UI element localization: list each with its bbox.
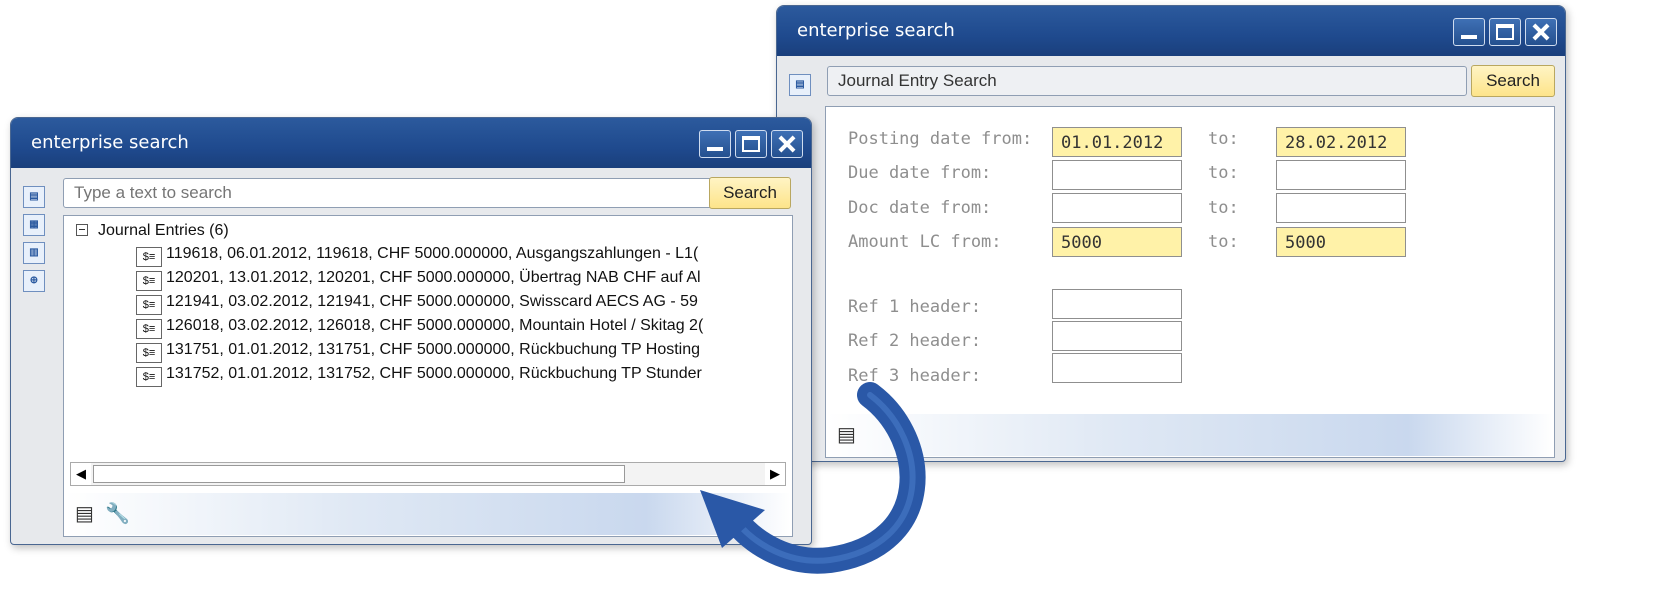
scroll-right-icon[interactable]: ▶ xyxy=(765,463,785,485)
minimize-button[interactable] xyxy=(1453,18,1485,46)
doc-date-to-field[interactable] xyxy=(1276,193,1406,223)
left-title-bar[interactable]: enterprise search xyxy=(11,118,811,168)
amount-to-field[interactable]: 5000 xyxy=(1276,227,1406,257)
journal-entry-icon: $≡ xyxy=(136,247,162,267)
window-title: enterprise search xyxy=(797,20,955,41)
due-date-to-label: to: xyxy=(1208,163,1239,183)
doc-date-to-label: to: xyxy=(1208,198,1239,218)
settings-form-icon[interactable]: ▤ xyxy=(837,422,856,447)
status-strip: ▤ 🔧 xyxy=(65,493,791,535)
business-partner-icon[interactable]: ▦ xyxy=(23,214,45,236)
search-button[interactable]: Search xyxy=(709,177,791,209)
ref1-field[interactable] xyxy=(1052,289,1182,319)
search-form-panel: Posting date from: 01.01.2012 to: 28.02.… xyxy=(825,106,1555,458)
minimize-button[interactable] xyxy=(699,130,731,158)
scrollbar-thumb[interactable] xyxy=(93,465,625,483)
posting-date-from-field[interactable]: 01.01.2012 xyxy=(1052,127,1182,157)
search-input[interactable] xyxy=(828,67,1466,95)
list-item[interactable]: $≡ 131751, 01.01.2012, 131751, CHF 5000.0… xyxy=(136,341,700,363)
list-item[interactable]: $≡ 131752, 01.01.2012, 131752, CHF 5000.0… xyxy=(136,365,702,387)
right-title-bar[interactable]: enterprise search xyxy=(777,6,1565,56)
due-date-from-field[interactable] xyxy=(1052,160,1182,190)
maximize-icon xyxy=(736,131,766,157)
close-button[interactable] xyxy=(1525,18,1557,46)
list-item[interactable]: $≡ 121941, 03.02.2012, 121941, CHF 5000.0… xyxy=(136,293,698,315)
journal-entry-icon: $≡ xyxy=(136,319,162,339)
collapse-icon[interactable] xyxy=(76,224,88,236)
window-title: enterprise search xyxy=(31,132,189,153)
settings-form-icon[interactable]: ▤ xyxy=(75,501,94,526)
horizontal-scrollbar[interactable]: ◀ ▶ xyxy=(70,462,786,486)
left-search-window: enterprise search ▤ ▦ ▥ ⊕ Search Journal… xyxy=(10,117,812,545)
close-button[interactable] xyxy=(771,130,803,158)
due-date-to-field[interactable] xyxy=(1276,160,1406,190)
amount-from-field[interactable]: 5000 xyxy=(1052,227,1182,257)
list-item[interactable]: $≡ 126018, 03.02.2012, 126018, CHF 5000.0… xyxy=(136,317,703,339)
search-input[interactable] xyxy=(64,179,714,207)
journal-entry-icon: $≡ xyxy=(136,367,162,387)
wrench-icon[interactable]: 🔧 xyxy=(105,501,130,526)
left-side-toolbar: ▤ ▦ ▥ ⊕ xyxy=(23,186,45,298)
right-side-toolbar: ▤ xyxy=(789,74,811,102)
list-item[interactable]: $≡ 119618, 06.01.2012, 119618, CHF 5000.0… xyxy=(136,245,698,267)
right-search-window: enterprise search ▤ Search Posting date … xyxy=(776,5,1566,462)
journal-entry-icon: $≡ xyxy=(136,271,162,291)
search-type-icon[interactable]: ▤ xyxy=(789,74,811,96)
ref2-label: Ref 2 header: xyxy=(848,331,982,351)
status-strip: ▤ xyxy=(827,414,1553,456)
maximize-icon xyxy=(1490,19,1520,45)
posting-date-to-label: to: xyxy=(1208,129,1239,149)
amount-label: Amount LC from: xyxy=(848,232,1002,252)
close-icon xyxy=(772,131,802,157)
due-date-label: Due date from: xyxy=(848,163,992,183)
ref3-field[interactable] xyxy=(1052,353,1182,383)
journal-entry-icon: $≡ xyxy=(136,343,162,363)
ref3-label: Ref 3 header: xyxy=(848,366,982,386)
ref1-label: Ref 1 header: xyxy=(848,297,982,317)
search-type-icon[interactable]: ▤ xyxy=(23,186,45,208)
minimize-icon xyxy=(1454,19,1484,45)
results-panel: Journal Entries (6) $≡ 119618, 06.01.2012… xyxy=(63,215,793,537)
maximize-button[interactable] xyxy=(735,130,767,158)
journal-entry-icon: $≡ xyxy=(136,295,162,315)
list-item[interactable]: $≡ 120201, 13.01.2012, 120201, CHF 5000.0… xyxy=(136,269,701,291)
doc-date-from-field[interactable] xyxy=(1052,193,1182,223)
posting-date-to-field[interactable]: 28.02.2012 xyxy=(1276,127,1406,157)
journal-entries-node[interactable]: Journal Entries (6) xyxy=(76,222,229,240)
advanced-search-icon[interactable]: ⊕ xyxy=(23,270,45,292)
scroll-left-icon[interactable]: ◀ xyxy=(71,463,91,485)
amount-to-label: to: xyxy=(1208,232,1239,252)
search-button[interactable]: Search xyxy=(1471,65,1555,97)
doc-date-label: Doc date from: xyxy=(848,198,992,218)
search-input-box[interactable] xyxy=(63,178,715,208)
close-icon xyxy=(1526,19,1556,45)
ref2-field[interactable] xyxy=(1052,321,1182,351)
document-icon[interactable]: ▥ xyxy=(23,242,45,264)
minimize-icon xyxy=(700,131,730,157)
posting-date-label: Posting date from: xyxy=(848,129,1033,149)
search-input-box[interactable] xyxy=(827,66,1467,96)
journal-entries-label: Journal Entries (6) xyxy=(98,222,229,239)
maximize-button[interactable] xyxy=(1489,18,1521,46)
